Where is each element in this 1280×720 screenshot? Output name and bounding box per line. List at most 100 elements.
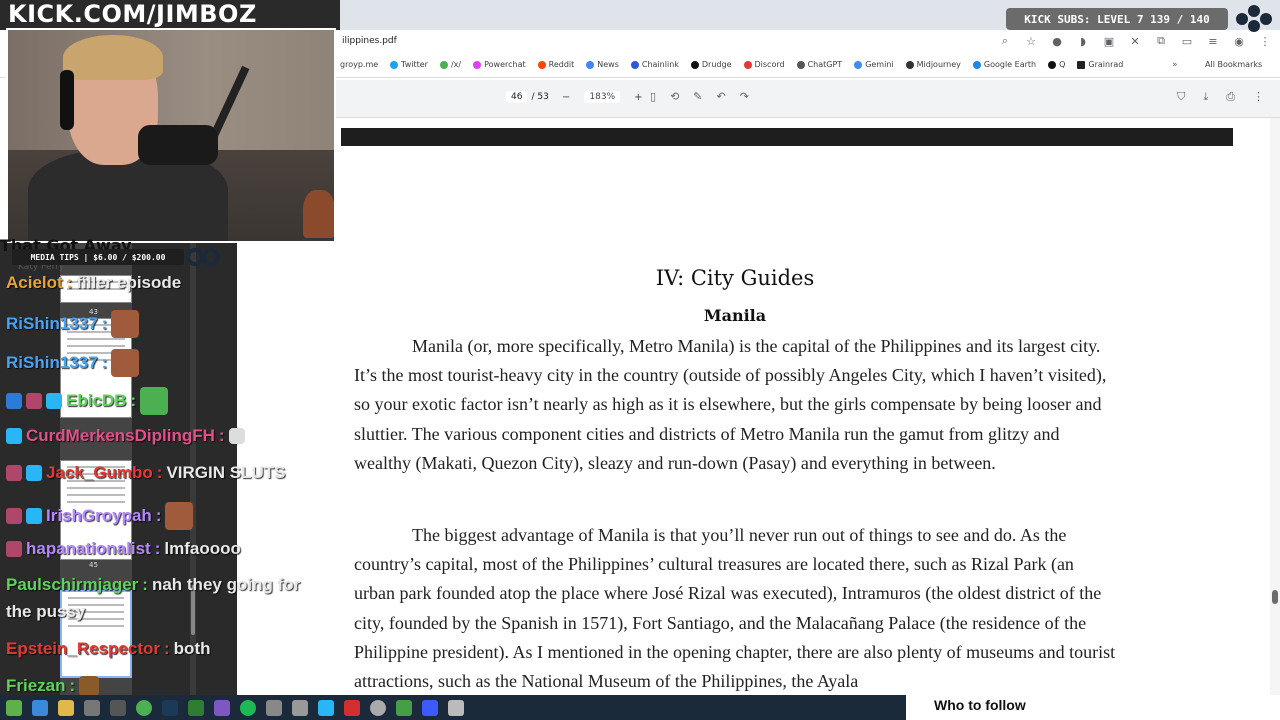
print-icon[interactable]: ⎙ — [1226, 90, 1235, 104]
chat-username[interactable]: Paulschirmjager — [6, 575, 138, 595]
chat-text: nah they going for — [151, 575, 301, 594]
chrome-icon[interactable] — [136, 699, 152, 716]
chat-username[interactable]: Epstein_Respector — [6, 639, 160, 659]
badge-icon — [6, 508, 22, 524]
pdf-toolbar: 46 / 53 − 183% + ▯ ⟲ ✎ ↶ ↷ ⛉ ⤓ ⎙ ⋮ — [336, 80, 1280, 118]
bookmark[interactable]: /x/ — [439, 60, 461, 69]
app-icon[interactable] — [422, 699, 438, 716]
bookmark[interactable]: Reddit — [537, 60, 574, 69]
star-icon[interactable]: ☆ — [1024, 35, 1038, 48]
save-icon[interactable]: ⛉ — [1177, 90, 1185, 104]
bookmark[interactable]: Grainrad — [1077, 60, 1123, 69]
page-gap — [341, 128, 1233, 146]
annotate-icon[interactable]: ✎ — [693, 90, 702, 103]
chat-username[interactable]: Friezan — [6, 676, 66, 696]
extension-icon[interactable]: ● — [1050, 35, 1064, 48]
bookmark[interactable]: Chainlink — [630, 60, 679, 69]
chat-text: filler episode — [76, 273, 182, 292]
bookmark[interactable]: Midjourney — [905, 60, 961, 69]
fit-page-icon[interactable]: ▯ — [650, 90, 656, 103]
bookmark[interactable]: Q — [1048, 60, 1065, 69]
list-icon[interactable]: ≡ — [1206, 35, 1220, 48]
diamond-icon — [26, 508, 42, 524]
page-total: / 53 — [531, 92, 549, 102]
discord-icon[interactable] — [214, 699, 230, 716]
webcam-feed — [6, 28, 336, 243]
chat-username[interactable]: IrishGroypah — [46, 506, 152, 526]
badge-icon — [6, 393, 22, 409]
pepe-icon[interactable] — [6, 699, 22, 716]
telegram-icon[interactable] — [318, 699, 334, 716]
extension-icon[interactable]: ▣ — [1102, 35, 1116, 48]
mouse-icon[interactable] — [448, 699, 464, 716]
app-icon[interactable] — [110, 699, 126, 716]
zoom-icon[interactable]: ⌕ — [998, 34, 1012, 48]
page-number-input[interactable]: 46 — [506, 91, 528, 103]
cast-icon[interactable]: ▭ — [1180, 35, 1194, 48]
terminal-icon[interactable] — [188, 699, 204, 716]
extension-icon[interactable]: ◗ — [1076, 35, 1090, 48]
bookmark[interactable]: Discord — [743, 60, 785, 69]
paragraph: Manila (or, more specifically, Metro Man… — [354, 336, 1107, 473]
more-icon[interactable]: ⋮ — [1253, 90, 1264, 104]
bookmark[interactable]: ChatGPT — [796, 60, 842, 69]
bookmark[interactable]: News — [586, 60, 619, 69]
chat-message: Epstein_Respector: both — [6, 639, 211, 659]
redo-icon[interactable]: ↷ — [740, 90, 749, 103]
xbox-icon[interactable] — [396, 699, 412, 716]
chat-username[interactable]: EbicDB — [66, 391, 126, 411]
logo-icon — [1236, 5, 1272, 32]
zoom-out-button[interactable]: − — [562, 92, 570, 103]
app-icon[interactable] — [266, 699, 282, 716]
chat-username[interactable]: Acielot — [6, 273, 63, 293]
bookmark-list: groyp.me Twitter /x/ Powerchat Reddit Ne… — [340, 60, 1123, 69]
chat-username[interactable]: hapanationalist — [26, 539, 151, 559]
chat-message: Jack_Gumbo: VIRGIN SLUTS — [6, 463, 285, 483]
menu-icon[interactable]: ⋮ — [1258, 35, 1272, 48]
zoom-in-button[interactable]: + — [634, 92, 642, 103]
brand-banner: KICK.COM/JIMBOZ — [0, 0, 340, 30]
app-icon[interactable] — [292, 699, 308, 716]
zoom-controls: − 183% + — [562, 91, 643, 103]
drudge-icon — [690, 60, 699, 69]
chat-text: lmfaoooo — [164, 539, 241, 558]
download-icon[interactable]: ⤓ — [1203, 90, 1208, 104]
app-icon[interactable] — [84, 699, 100, 716]
undo-icon[interactable]: ↶ — [717, 90, 726, 103]
media-tips-goal: MEDIA TIPS | $6.00 / $200.00 — [12, 249, 184, 265]
chat-username[interactable]: Jack_Gumbo — [46, 463, 153, 483]
bookmarks-overflow-button[interactable]: » — [1172, 60, 1178, 70]
scrollbar-thumb[interactable] — [1272, 590, 1278, 604]
channel-brand: KICK.COM/JIMBOZ — [8, 0, 257, 28]
chat-username[interactable]: RiShin1337 — [6, 314, 98, 334]
profile-icon[interactable]: ◉ — [1232, 35, 1246, 48]
diamond-icon — [26, 465, 42, 481]
steam-icon[interactable] — [162, 699, 178, 716]
bookmark[interactable]: Twitter — [390, 60, 428, 69]
x-icon[interactable]: ✕ — [1128, 35, 1142, 48]
zoom-level[interactable]: 183% — [584, 91, 621, 103]
rotate-icon[interactable]: ⟲ — [670, 90, 679, 103]
chat-username[interactable]: CurdMerkensDiplingFH — [26, 426, 215, 446]
app-icon[interactable] — [370, 699, 386, 716]
chat-message: Friezan: — [6, 676, 100, 696]
bookmark[interactable]: Drudge — [690, 60, 732, 69]
scrollbar[interactable] — [1270, 118, 1280, 720]
puzzle-icon[interactable]: ⧉ — [1154, 34, 1168, 48]
all-bookmarks-button[interactable]: All Bookmarks — [1205, 60, 1262, 69]
paragraph: The biggest advantage of Manila is that … — [354, 525, 1116, 692]
badge-icon — [6, 465, 22, 481]
chat-message: IrishGroypah: — [6, 502, 194, 530]
bookmark[interactable]: Google Earth — [972, 60, 1036, 69]
midjourney-icon — [905, 60, 914, 69]
bookmark[interactable]: groyp.me — [340, 60, 378, 69]
pdf-actions: ⛉ ⤓ ⎙ ⋮ — [1177, 90, 1264, 104]
bookmark[interactable]: Gemini — [854, 60, 894, 69]
spotify-icon[interactable] — [240, 699, 256, 716]
folder-icon[interactable] — [58, 699, 74, 716]
start-icon[interactable] — [32, 699, 48, 716]
app-icon[interactable] — [344, 699, 360, 716]
bookmark[interactable]: Powerchat — [473, 60, 526, 69]
address-bar[interactable]: ilippines.pdf — [342, 36, 397, 46]
chat-username[interactable]: RiShin1337 — [6, 353, 98, 373]
